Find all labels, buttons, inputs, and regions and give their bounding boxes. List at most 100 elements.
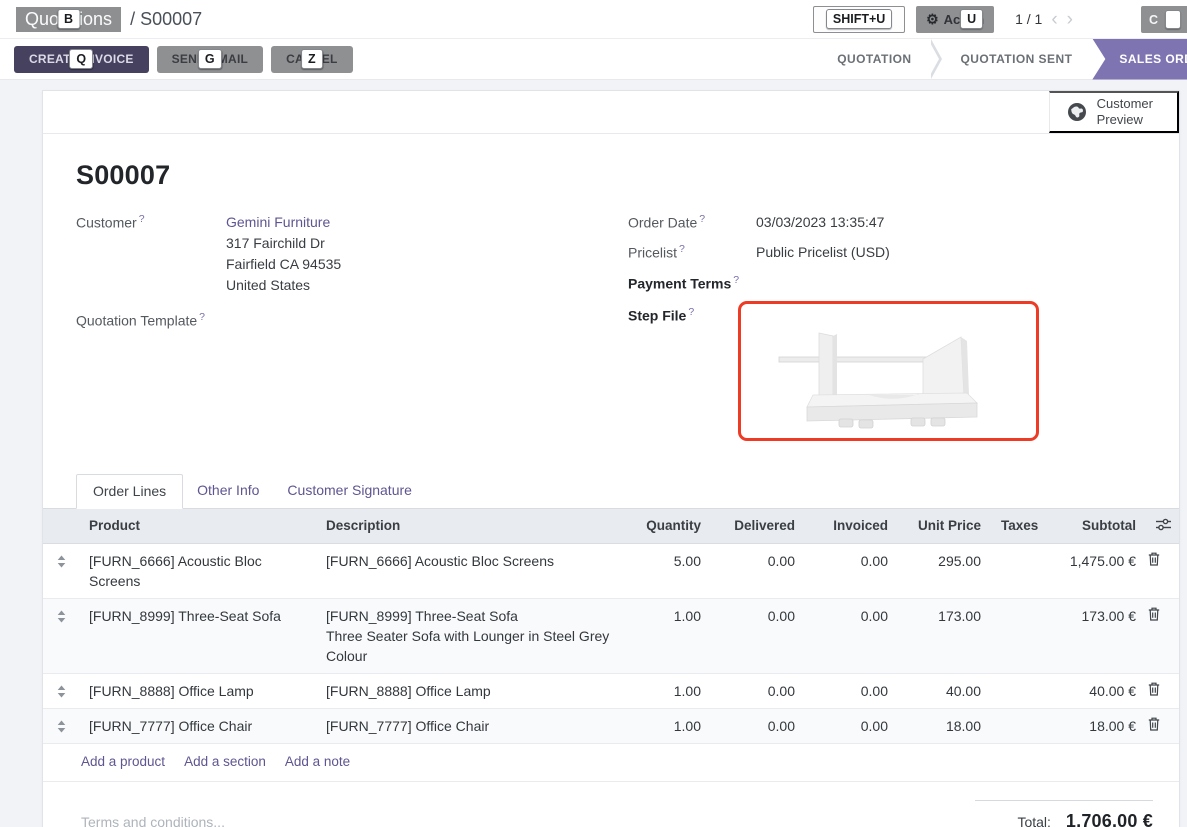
delete-row-icon[interactable] — [1146, 543, 1179, 598]
pricelist-field-value[interactable]: Public Pricelist (USD) — [756, 242, 890, 263]
status-step-sales-order[interactable]: SALES ORDER — [1092, 39, 1187, 80]
cell-product[interactable]: [FURN_8888] Office Lamp — [79, 673, 316, 708]
drag-handle-icon[interactable] — [43, 598, 79, 673]
status-step-quotation-sent[interactable]: QUOTATION SENT — [944, 39, 1090, 80]
cell-quantity[interactable]: 1.00 — [621, 673, 711, 708]
drag-handle-icon[interactable] — [43, 708, 79, 743]
breadcrumb-parent-quotations[interactable]: Quotations B — [16, 7, 121, 32]
field-customer: Customer? Gemini Furniture 317 Fairchild… — [76, 212, 628, 296]
form-view-content: Customer Preview S00007 Customer? — [0, 80, 1187, 827]
hotkey-badge-clipped — [1165, 10, 1181, 29]
cell-description[interactable]: [FURN_8999] Three-Seat Sofa Three Seater… — [316, 598, 621, 673]
optional-columns-icon[interactable] — [1156, 518, 1171, 534]
cell-invoiced[interactable]: 0.00 — [805, 543, 898, 598]
step-file-field-label: Step File? — [628, 305, 756, 441]
cell-unit-price[interactable]: 40.00 — [898, 673, 991, 708]
cell-invoiced[interactable]: 0.00 — [805, 673, 898, 708]
pager-next-icon[interactable]: › — [1067, 10, 1073, 29]
cell-product[interactable]: [FURN_7777] Office Chair — [79, 708, 316, 743]
step-file-3d-part-image — [759, 311, 1019, 431]
cell-quantity[interactable]: 1.00 — [621, 598, 711, 673]
order-total: Total: 1,706.00 € — [975, 800, 1153, 827]
hotkey-badge-b: B — [57, 9, 80, 29]
step-file-preview[interactable] — [738, 301, 1039, 441]
cell-invoiced[interactable]: 0.00 — [805, 598, 898, 673]
tab-other-info[interactable]: Other Info — [183, 474, 273, 508]
add-a-product-link[interactable]: Add a product — [81, 754, 165, 769]
hotkey-target-button[interactable]: SHIFT+U — [813, 6, 905, 33]
payment-terms-field-label: Payment Terms? — [628, 273, 756, 292]
cell-delivered[interactable]: 0.00 — [711, 598, 805, 673]
field-order-date: Order Date? 03/03/2023 13:35:47 — [628, 212, 1146, 233]
cell-taxes[interactable] — [991, 598, 1043, 673]
pricelist-field-label: Pricelist? — [628, 242, 756, 263]
order-line-row: [FURN_8999] Three-Seat Sofa [FURN_8999] … — [43, 598, 1179, 673]
cell-taxes[interactable] — [991, 708, 1043, 743]
customer-preview-label: Customer Preview — [1097, 96, 1153, 128]
form-sheet: Customer Preview S00007 Customer? — [42, 90, 1180, 827]
cell-delivered[interactable]: 0.00 — [711, 708, 805, 743]
cancel-button[interactable]: CANCEL Z — [271, 46, 353, 73]
optional-columns-header — [1146, 509, 1179, 544]
add-a-note-link[interactable]: Add a note — [285, 754, 350, 769]
field-column-right: Order Date? 03/03/2023 13:35:47 Pricelis… — [628, 212, 1146, 441]
cell-unit-price[interactable]: 295.00 — [898, 543, 991, 598]
customer-field-label: Customer? — [76, 212, 226, 296]
drag-handle-icon[interactable] — [43, 673, 79, 708]
order-date-field-value[interactable]: 03/03/2023 13:35:47 — [756, 212, 884, 233]
hotkey-badge-g: G — [198, 49, 222, 69]
quotation-template-field-label: Quotation Template? — [76, 310, 226, 329]
handle-column-header — [43, 509, 79, 544]
cell-unit-price[interactable]: 173.00 — [898, 598, 991, 673]
send-email-button[interactable]: SEND EMAIL G — [157, 46, 264, 73]
help-hint-icon: ? — [699, 213, 705, 225]
cell-description[interactable]: [FURN_7777] Office Chair — [316, 708, 621, 743]
drag-handle-icon[interactable] — [43, 543, 79, 598]
order-lines-table: Product Description Quantity Delivered I… — [43, 509, 1179, 744]
tab-order-lines[interactable]: Order Lines — [76, 474, 183, 509]
cell-description[interactable]: [FURN_6666] Acoustic Bloc Screens — [316, 543, 621, 598]
terms-and-conditions-input[interactable]: Terms and conditions... — [81, 796, 225, 827]
delete-row-icon[interactable] — [1146, 598, 1179, 673]
cell-taxes[interactable] — [991, 543, 1043, 598]
create-button-clipped[interactable]: C — [1141, 6, 1187, 33]
cell-delivered[interactable]: 0.00 — [711, 543, 805, 598]
hotkey-badge-shift-u: SHIFT+U — [826, 9, 892, 29]
order-line-row: [FURN_6666] Acoustic Bloc Screens [FURN_… — [43, 543, 1179, 598]
cell-quantity[interactable]: 1.00 — [621, 708, 711, 743]
pager-previous-icon[interactable]: ‹ — [1051, 10, 1057, 29]
create-invoice-button[interactable]: CREATE INVOICE Q — [14, 46, 149, 73]
cell-unit-price[interactable]: 18.00 — [898, 708, 991, 743]
cell-product[interactable]: [FURN_8999] Three-Seat Sofa — [79, 598, 316, 673]
customer-field-value: Gemini Furniture 317 Fairchild Dr Fairfi… — [226, 212, 341, 296]
field-column-left: Customer? Gemini Furniture 317 Fairchild… — [76, 212, 628, 441]
create-button-label: C — [1149, 13, 1158, 27]
customer-preview-button[interactable]: Customer Preview — [1049, 91, 1179, 133]
delete-row-icon[interactable] — [1146, 708, 1179, 743]
cell-delivered[interactable]: 0.00 — [711, 673, 805, 708]
customer-address-line2: Fairfield CA 94535 — [226, 254, 341, 275]
status-separator-icon — [929, 39, 944, 80]
customer-address-line3: United States — [226, 275, 341, 296]
cell-product[interactable]: [FURN_6666] Acoustic Bloc Screens — [79, 543, 316, 598]
cell-description[interactable]: [FURN_8888] Office Lamp — [316, 673, 621, 708]
breadcrumb-separator: / — [130, 9, 135, 29]
cell-quantity[interactable]: 5.00 — [621, 543, 711, 598]
customer-link[interactable]: Gemini Furniture — [226, 214, 330, 230]
statusbar: QUOTATION QUOTATION SENT SALES ORDER — [820, 39, 1187, 80]
cell-taxes[interactable] — [991, 673, 1043, 708]
field-group: Customer? Gemini Furniture 317 Fairchild… — [76, 212, 1146, 441]
column-header-subtotal: Subtotal — [1043, 509, 1146, 544]
button-box: Customer Preview — [43, 91, 1179, 134]
tab-customer-signature[interactable]: Customer Signature — [273, 474, 426, 508]
order-line-row: [FURN_8888] Office Lamp [FURN_8888] Offi… — [43, 673, 1179, 708]
add-a-section-link[interactable]: Add a section — [184, 754, 266, 769]
action-menu-button[interactable]: ⚙ Action U — [916, 6, 994, 33]
cell-invoiced[interactable]: 0.00 — [805, 708, 898, 743]
cell-subtotal: 40.00 € — [1043, 673, 1146, 708]
delete-row-icon[interactable] — [1146, 673, 1179, 708]
column-header-delivered: Delivered — [711, 509, 805, 544]
status-step-quotation[interactable]: QUOTATION — [820, 39, 928, 80]
odoo-sales-order-window: Quotations B / S00007 SHIFT+U ⚙ Action U… — [0, 0, 1187, 827]
column-header-quantity: Quantity — [621, 509, 711, 544]
